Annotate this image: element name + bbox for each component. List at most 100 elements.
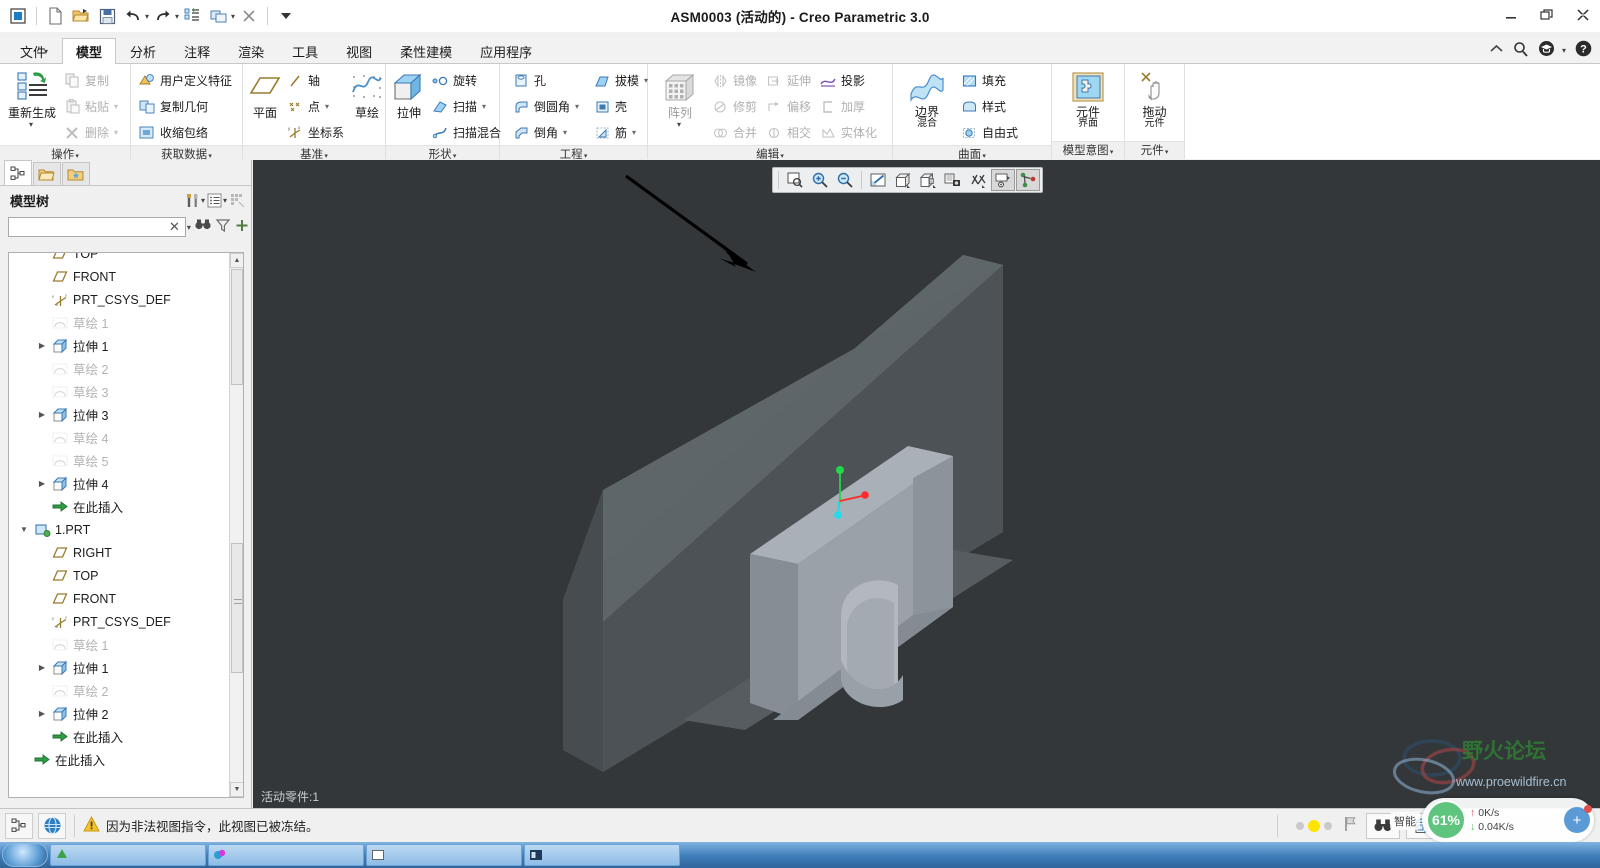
tree-row[interactable]: FRONT (9, 587, 229, 610)
scroll-thumb-upper[interactable] (231, 269, 243, 385)
drag-component-button[interactable]: 拖动 元件 (1130, 68, 1179, 129)
boundary-blend-button[interactable]: 边界 混合 (898, 68, 956, 129)
start-button[interactable] (2, 843, 48, 867)
add-widget-button[interactable]: + (1564, 805, 1592, 833)
annotation-display-icon[interactable] (991, 169, 1015, 191)
revolve-button[interactable]: 旋转 (429, 68, 505, 93)
delete-button[interactable]: 删除 ▾ (61, 120, 122, 145)
tree-row[interactable]: y x z PRT_CSYS_DEF (9, 288, 229, 311)
tree-row[interactable]: ▶ 拉伸 1 (9, 334, 229, 357)
tree-expand-icon[interactable]: ▶ (35, 410, 49, 419)
tree-expand-icon[interactable]: ▶ (35, 709, 49, 718)
tab-analysis[interactable]: 分析 (116, 38, 170, 63)
settings-icon[interactable] (183, 189, 203, 211)
coordinate-system-button[interactable]: yx 坐标系 (284, 120, 348, 145)
search-box[interactable]: ✕ (8, 217, 186, 237)
sweep-button[interactable]: 扫描 ▾ (429, 94, 505, 119)
tree-expand-icon[interactable]: ▼ (17, 525, 31, 534)
shell-button[interactable]: 壳 (591, 94, 652, 119)
tree-row[interactable]: TOP (9, 564, 229, 587)
tab-model[interactable]: 模型 (62, 38, 117, 64)
group-label-model-intent[interactable]: 模型意图 ▾ (1052, 141, 1124, 159)
chevron-down-icon[interactable]: ▾ (187, 223, 191, 232)
solidify-button[interactable]: 实体化 (817, 120, 881, 145)
close-window-icon[interactable] (237, 4, 261, 28)
open-icon[interactable] (69, 4, 93, 28)
scene-icon[interactable] (941, 169, 965, 191)
datum-display-icon[interactable] (966, 169, 990, 191)
folder-browser-tab[interactable] (33, 162, 61, 185)
collapse-ribbon-icon[interactable] (1489, 43, 1504, 58)
tab-annotate[interactable]: 注释 (170, 38, 224, 63)
datum-point-button[interactable]: 点 ▾ (284, 94, 348, 119)
copy-geometry-button[interactable]: 复制几何 (136, 94, 236, 119)
paste-button[interactable]: 粘贴 ▾ (61, 94, 122, 119)
intersect-button[interactable]: 相交 (763, 120, 815, 145)
tree-row[interactable]: 草绘 2 (9, 679, 229, 702)
tree-row[interactable]: 草绘 1 (9, 311, 229, 334)
zoom-out-icon[interactable] (833, 169, 857, 191)
merge-button[interactable]: 合并 (709, 120, 761, 145)
restore-button[interactable] (1536, 6, 1558, 24)
thicken-button[interactable]: 加厚 (817, 94, 881, 119)
tree-row[interactable]: ▶ 拉伸 2 (9, 702, 229, 725)
tree-row[interactable]: ▼ 1.PRT (9, 518, 229, 541)
tree-row[interactable]: 在此插入 (9, 748, 229, 771)
learning-connector-icon[interactable] (1538, 40, 1555, 60)
regenerate-button[interactable]: 重新生成 ▾ (5, 68, 59, 131)
tree-expand-icon[interactable]: ▶ (35, 663, 49, 672)
tree-row[interactable]: 在此插入 (9, 725, 229, 748)
model-tree-tab[interactable] (4, 160, 32, 185)
tree-row[interactable]: 草绘 2 (9, 357, 229, 380)
spin-center-icon[interactable] (1016, 169, 1040, 191)
display-style-icon[interactable] (891, 169, 915, 191)
taskbar-item-3[interactable] (366, 844, 522, 866)
search-icon[interactable] (1513, 41, 1529, 60)
trim-button[interactable]: 修剪 (709, 94, 761, 119)
tree-row[interactable]: ▶ 拉伸 3 (9, 403, 229, 426)
add-icon[interactable] (234, 218, 250, 236)
redo-icon[interactable] (151, 4, 175, 28)
swept-blend-button[interactable]: 扫描混合 (429, 120, 505, 145)
model-tree[interactable]: TOP FRONT y x z PRT_CSYS_DEF 草绘 1 ▶ 拉伸 1 草绘 2 草绘 3… (8, 252, 244, 798)
close-button[interactable] (1572, 6, 1594, 24)
filter-icon[interactable] (215, 218, 231, 236)
sketch-button[interactable]: 草绘 (350, 68, 384, 119)
tree-row[interactable]: ▶ 拉伸 1 (9, 656, 229, 679)
user-defined-feature-button[interactable]: 用户定义特征 (136, 68, 236, 93)
chevron-down-icon-help[interactable]: ▾ (1562, 46, 1566, 55)
window-icon[interactable] (207, 4, 231, 28)
extrude-button[interactable]: 拉伸 (391, 68, 427, 119)
tree-expand-icon[interactable]: ▶ (35, 341, 49, 350)
scroll-up-icon[interactable]: ▲ (230, 253, 243, 268)
datum-axis-button[interactable]: 轴 (284, 68, 348, 93)
tab-file[interactable]: 文件 ▾ (6, 38, 63, 63)
flag-icon[interactable] (1342, 815, 1360, 836)
draft-button[interactable]: 拔模 ▾ (591, 68, 652, 93)
network-speed-widget[interactable]: 61% ↑ 0K/s ↓ 0.04K/s + (1422, 798, 1594, 842)
mirror-button[interactable]: 镜像 (709, 68, 761, 93)
style-button[interactable]: 样式 (958, 94, 1022, 119)
freestyle-button[interactable]: 自由式 (958, 120, 1022, 145)
new-icon[interactable] (43, 4, 67, 28)
close-icon[interactable]: ✕ (167, 219, 182, 235)
scroll-down-icon[interactable]: ▼ (230, 782, 243, 797)
pattern-button[interactable]: 阵列 ▾ (653, 68, 707, 131)
datum-plane-button[interactable]: 平面 (248, 68, 282, 119)
tree-row[interactable]: y x z PRT_CSYS_DEF (9, 610, 229, 633)
zoom-in-icon[interactable] (808, 169, 832, 191)
project-button[interactable]: 投影 (817, 68, 881, 93)
web-browser-icon[interactable] (38, 812, 66, 839)
undo-icon[interactable] (121, 4, 145, 28)
scroll-thumb[interactable] (231, 543, 243, 673)
chamfer-button[interactable]: 倒角 ▾ (510, 120, 583, 145)
offset-button[interactable]: 偏移 (763, 94, 815, 119)
saved-orientations-icon[interactable] (916, 169, 940, 191)
tree-row[interactable]: 草绘 3 (9, 380, 229, 403)
shrinkwrap-button[interactable]: 收缩包络 (136, 120, 236, 145)
repaint-icon[interactable] (866, 169, 890, 191)
copy-button[interactable]: 复制 (61, 68, 122, 93)
redo-dropdown-icon[interactable]: ▾ (175, 12, 179, 21)
round-button[interactable]: 倒圆角 ▾ (510, 94, 583, 119)
find-icon[interactable] (194, 218, 212, 236)
